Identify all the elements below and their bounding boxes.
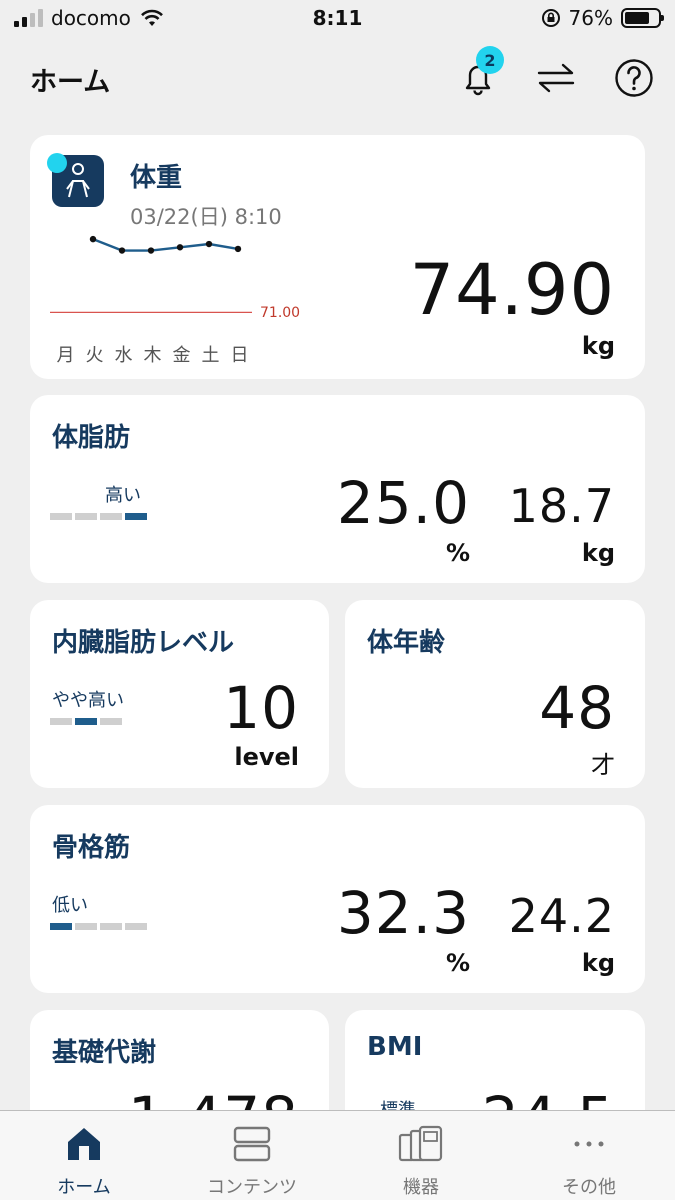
- tab-devices[interactable]: 機器: [337, 1123, 505, 1199]
- visceral-fat-card[interactable]: 内臓脂肪レベル やや高い 10 level: [30, 600, 329, 788]
- help-icon: [615, 59, 653, 97]
- weekday-label: 土: [201, 345, 220, 366]
- rotation-lock-icon: [541, 9, 560, 27]
- body-age-card[interactable]: 体年齢 48 才: [345, 600, 645, 788]
- devices-icon: [398, 1125, 443, 1162]
- weight-trend-point: [234, 245, 242, 253]
- weight-trend-point: [118, 247, 126, 254]
- skeletal-muscle-level-meter: [50, 923, 147, 930]
- skeletal-muscle-percent-value: 32.3: [336, 879, 470, 947]
- weight-card[interactable]: 体重 03/22(日) 8:10 71.00 月火水木金土日 74.90 kg: [30, 135, 645, 379]
- body-fat-level-meter: [50, 513, 147, 520]
- weekday-label: 金: [172, 345, 191, 366]
- battery-percent: 76%: [568, 6, 613, 30]
- weekday-label: 水: [114, 345, 133, 366]
- body-fat-level-label: 高い: [105, 485, 141, 506]
- home-icon: [68, 1128, 100, 1160]
- weight-value: 74.90: [409, 249, 615, 331]
- unread-dot: [47, 153, 67, 173]
- weekday-label: 日: [230, 345, 249, 366]
- battery-icon: [621, 8, 664, 28]
- weight-unit: kg: [581, 332, 615, 360]
- weekday-label: 月: [56, 345, 75, 366]
- body-age-value: 48: [539, 674, 615, 742]
- tab-more-label: その他: [562, 1177, 616, 1198]
- contents-icon: [233, 1126, 271, 1162]
- body-fat-percent-value: 25.0: [336, 469, 470, 537]
- visceral-fat-level-label: やや高い: [52, 690, 124, 711]
- weight-trend-line: [92, 238, 239, 252]
- skeletal-muscle-card[interactable]: 骨格筋 低い 32.3 % 24.2 kg: [30, 805, 645, 993]
- skeletal-muscle-mass-unit: kg: [581, 949, 615, 977]
- body-fat-mass-unit: kg: [581, 539, 615, 567]
- visceral-fat-unit: level: [234, 743, 299, 771]
- body-age-title: 体年齢: [367, 628, 446, 658]
- status-bar: docomo 8:11 76%: [0, 0, 675, 40]
- body-fat-card[interactable]: 体脂肪 高い 25.0 % 18.7 kg: [30, 395, 645, 583]
- skeletal-muscle-level-label: 低い: [52, 895, 88, 916]
- visceral-fat-title: 内臓脂肪レベル: [52, 628, 235, 658]
- basal-metabolism-title: 基礎代謝: [52, 1038, 157, 1068]
- tab-home-label: ホーム: [57, 1177, 111, 1198]
- tab-more[interactable]: その他: [505, 1123, 673, 1199]
- weight-trend-point: [89, 235, 97, 243]
- weight-title: 体重: [130, 163, 183, 193]
- skeletal-muscle-title: 骨格筋: [52, 833, 131, 863]
- body-fat-percent-unit: %: [445, 539, 470, 567]
- visceral-fat-value: 10: [223, 674, 299, 742]
- skeletal-muscle-mass-value: 24.2: [508, 889, 615, 943]
- transfer-button[interactable]: [534, 56, 578, 100]
- weekday-label: 木: [143, 345, 162, 366]
- tab-devices-label: 機器: [403, 1177, 439, 1198]
- body-fat-title: 体脂肪: [52, 423, 131, 453]
- target-weight-label: 71.00: [260, 305, 301, 321]
- weight-trend-point: [176, 244, 184, 251]
- weight-trend-point: [205, 240, 213, 248]
- page-title: ホーム: [30, 67, 111, 98]
- weekday-labels: 月火水木金土日: [56, 341, 249, 367]
- help-button[interactable]: [612, 56, 656, 100]
- body-fat-mass-value: 18.7: [508, 479, 615, 533]
- app-header: ホーム: [0, 50, 675, 106]
- status-right: 76%: [541, 6, 664, 30]
- tab-bar: ホーム コンテンツ 機器 その他: [0, 1110, 675, 1200]
- notification-badge: 2: [476, 46, 504, 74]
- tab-contents[interactable]: コンテンツ: [168, 1123, 336, 1199]
- transfer-icon: [537, 63, 575, 93]
- weight-trend-point: [147, 247, 155, 254]
- body-age-unit: 才: [591, 751, 615, 779]
- bmi-title: BMI: [367, 1032, 423, 1062]
- more-icon: [574, 1141, 604, 1147]
- tab-contents-label: コンテンツ: [207, 1177, 297, 1198]
- skeletal-muscle-percent-unit: %: [445, 949, 470, 977]
- visceral-fat-level-meter: [50, 718, 122, 725]
- weekday-label: 火: [85, 345, 104, 366]
- tab-home[interactable]: ホーム: [0, 1123, 168, 1199]
